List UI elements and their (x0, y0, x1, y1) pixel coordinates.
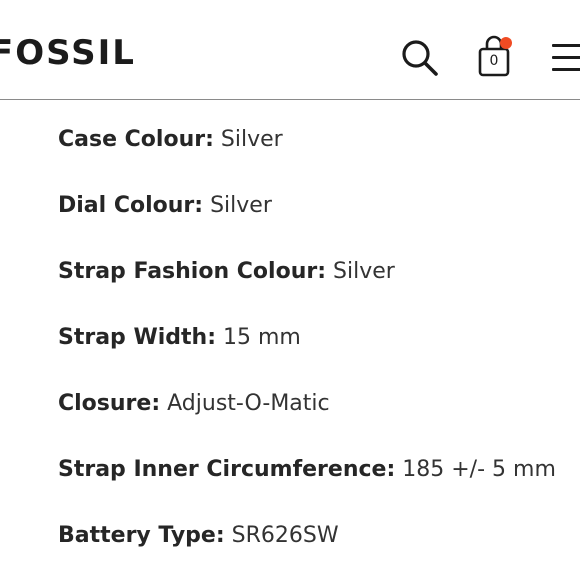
spec-dial-colour: Dial Colour: Silver (58, 186, 568, 252)
spec-label: Closure: (58, 391, 161, 416)
spec-label: Strap Fashion Colour: (58, 259, 327, 284)
spec-label: Strap Width: (58, 325, 216, 350)
spec-label: Dial Colour: (58, 193, 204, 218)
spec-strap-width: Strap Width: 15 mm (58, 318, 568, 384)
spec-closure: Closure: Adjust-O-Matic (58, 384, 568, 450)
spec-label: Strap Inner Circumference: (58, 457, 396, 482)
search-icon (402, 40, 438, 76)
spec-label: Battery Type: (58, 523, 225, 548)
spec-value: Silver (210, 193, 272, 218)
spec-value: 15 mm (223, 325, 301, 350)
spec-battery-type: Battery Type: SR626SW (58, 516, 568, 582)
cart-count: 0 (489, 53, 499, 69)
product-specifications: Case Colour: Silver Dial Colour: Silver … (58, 120, 568, 582)
site-header: FOSSIL 0 (0, 0, 580, 100)
spec-strap-inner-circumference: Strap Inner Circumference: 185 +/- 5 mm (58, 450, 568, 516)
shopping-bag-button[interactable]: 0 (472, 33, 516, 81)
spec-value: Silver (333, 259, 395, 284)
menu-button[interactable] (552, 42, 580, 74)
spec-strap-fashion-colour: Strap Fashion Colour: Silver (58, 252, 568, 318)
spec-value: SR626SW (231, 523, 339, 548)
spec-case-colour: Case Colour: Silver (58, 120, 568, 186)
spec-value: Silver (220, 127, 283, 152)
spec-value: Adjust-O-Matic (167, 391, 330, 416)
spec-value: 185 +/- 5 mm (402, 457, 556, 482)
fossil-logo[interactable]: FOSSIL (0, 36, 136, 70)
cart-notification-dot (500, 37, 512, 49)
spec-label: Case Colour: (58, 127, 214, 152)
search-button[interactable] (399, 37, 441, 79)
